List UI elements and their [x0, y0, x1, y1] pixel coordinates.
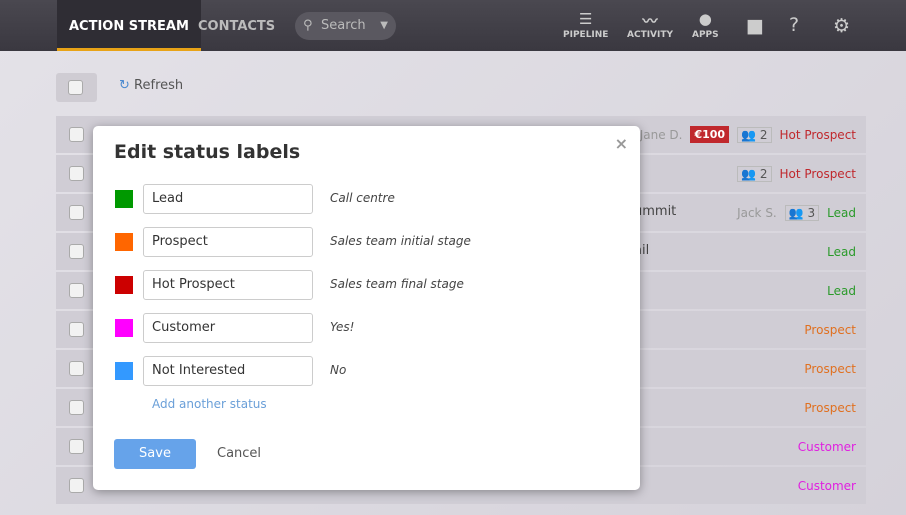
row-checkbox[interactable] [69, 361, 84, 376]
nav-label: PIPELINE [563, 30, 609, 40]
color-swatch[interactable] [115, 362, 133, 380]
status-label: Prospect [804, 400, 856, 415]
color-swatch[interactable] [115, 276, 133, 294]
status-description: Call centre [330, 191, 395, 205]
status-label: Customer [797, 439, 856, 454]
top-bar: ACTION STREAM CONTACTS ⚲ Search ▼ ☰ PIPEL… [0, 0, 906, 51]
people-count: 👥 2 [737, 126, 772, 143]
status-description: Yes! [330, 320, 355, 334]
status-name-input[interactable]: Not Interested [143, 356, 313, 386]
people-icon: 👥 [741, 127, 757, 142]
status-label: Lead [827, 244, 856, 259]
row-checkbox[interactable] [69, 244, 84, 259]
status-label: Lead [827, 283, 856, 298]
status-description: Sales team final stage [330, 277, 464, 291]
select-all-checkbox[interactable] [56, 73, 97, 102]
refresh-icon: ↻ [119, 78, 130, 93]
nav-activity[interactable]: 〰 ACTIVITY [627, 10, 673, 40]
people-count: 👥 3 [784, 204, 820, 221]
funnel-icon: ☰ [579, 10, 593, 28]
amount-badge: €100 [690, 126, 730, 143]
people-icon: 👥 [788, 205, 804, 220]
cancel-button[interactable]: Cancel [217, 446, 261, 461]
status-name-input[interactable]: Customer [143, 313, 313, 343]
owner: Jane D. [639, 127, 683, 142]
chat-icon[interactable]: ■ [746, 15, 764, 37]
row-checkbox[interactable] [69, 322, 84, 337]
close-icon[interactable]: × [615, 134, 628, 153]
tab-contacts[interactable]: CONTACTS [186, 0, 287, 51]
row-checkbox[interactable] [69, 400, 84, 415]
gear-icon[interactable]: ⚙ [833, 15, 850, 37]
checkbox[interactable] [68, 80, 83, 95]
row-title: ummit [634, 204, 677, 219]
search-icon: ⚲ [303, 18, 313, 33]
refresh-button[interactable]: ↻ Refresh [119, 78, 183, 93]
color-swatch[interactable] [115, 319, 133, 337]
row-checkbox[interactable] [69, 478, 84, 493]
chevron-down-icon[interactable]: ▼ [380, 12, 388, 40]
row-checkbox[interactable] [69, 166, 84, 181]
pulse-icon: 〰 [642, 12, 658, 30]
modal-title: Edit status labels [114, 141, 301, 163]
people-count: 👥 2 [737, 165, 772, 182]
row-checkbox[interactable] [69, 127, 84, 142]
color-swatch[interactable] [115, 190, 133, 208]
status-label: Lead [827, 205, 856, 220]
status-name-input[interactable]: Prospect [143, 227, 313, 257]
people-number: 2 [759, 166, 768, 181]
search-placeholder: Search [321, 18, 366, 33]
refresh-label: Refresh [134, 78, 184, 93]
apps-icon: ● [698, 10, 712, 28]
nav-label: ACTIVITY [627, 30, 674, 40]
nav-pipeline[interactable]: ☰ PIPELINE [563, 10, 608, 40]
status-row: Not Interested No [115, 356, 615, 386]
status-description: Sales team initial stage [330, 234, 471, 248]
people-icon: 👥 [741, 166, 757, 181]
status-label: Hot Prospect [779, 127, 856, 142]
help-icon[interactable]: ? [789, 14, 799, 36]
status-row: Prospect Sales team initial stage [115, 227, 615, 257]
status-row: Lead Call centre [115, 184, 615, 214]
status-description: No [330, 363, 347, 377]
nav-label: APPS [692, 30, 719, 40]
row-checkbox[interactable] [69, 205, 84, 220]
edit-status-modal: Edit status labels × Lead Call centre Pr… [93, 126, 640, 490]
status-row: Hot Prospect Sales team final stage [115, 270, 615, 300]
row-checkbox[interactable] [69, 283, 84, 298]
status-label: Prospect [804, 322, 856, 337]
row-checkbox[interactable] [69, 439, 84, 454]
save-button[interactable]: Save [114, 439, 196, 469]
status-label: Customer [797, 478, 856, 493]
status-name-input[interactable]: Hot Prospect [143, 270, 313, 300]
tab-action-stream[interactable]: ACTION STREAM [57, 0, 201, 51]
status-label: Hot Prospect [779, 166, 856, 181]
people-number: 2 [759, 127, 768, 142]
status-row: Customer Yes! [115, 313, 615, 343]
search-input[interactable]: ⚲ Search ▼ [295, 12, 396, 40]
owner: Jack S. [737, 205, 777, 220]
nav-apps[interactable]: ● APPS [692, 10, 719, 40]
color-swatch[interactable] [115, 233, 133, 251]
status-label: Prospect [804, 361, 856, 376]
status-name-input[interactable]: Lead [143, 184, 313, 214]
add-status-link[interactable]: Add another status [152, 397, 267, 411]
people-number: 3 [807, 205, 816, 220]
